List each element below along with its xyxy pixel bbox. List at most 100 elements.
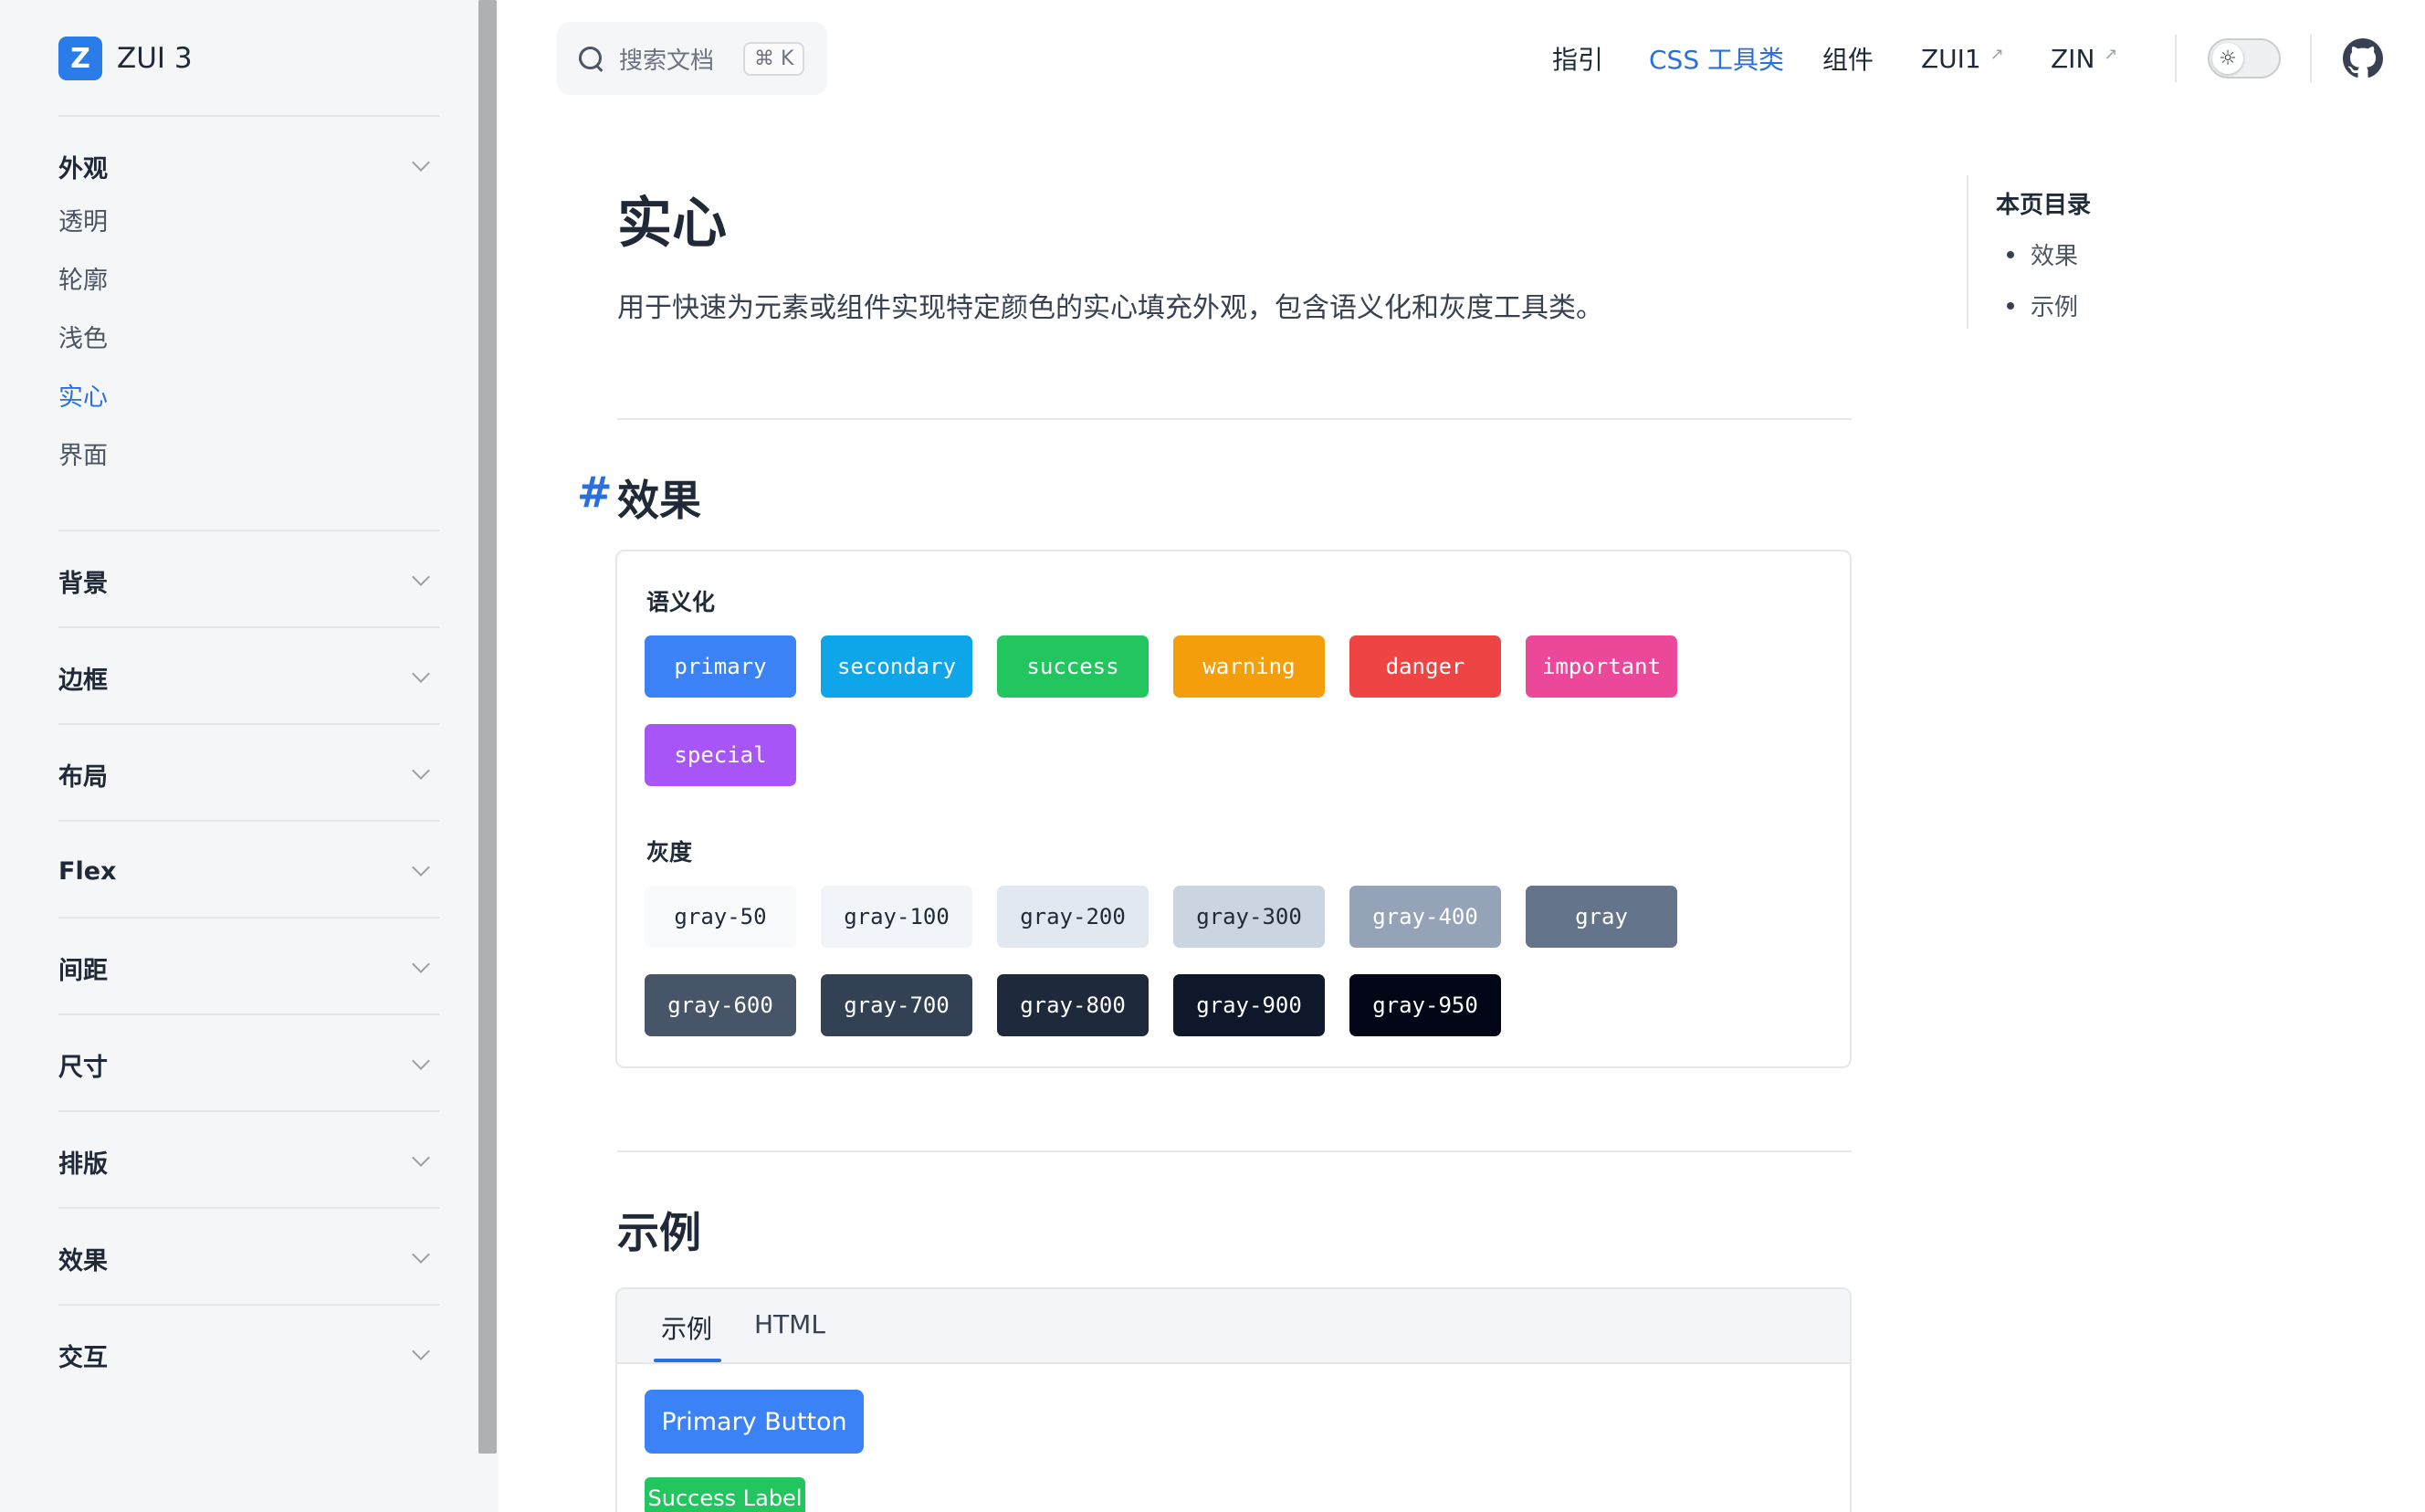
toc-item-example[interactable]: 示例: [2007, 289, 2078, 322]
sidebar-divider: [58, 1110, 440, 1112]
external-link-icon: ↗: [1989, 44, 2004, 64]
sidebar-divider: [58, 115, 440, 117]
color-chip-success: success: [997, 635, 1149, 698]
chevron-down-icon: [412, 568, 430, 586]
brand-logo: Z: [58, 37, 102, 80]
color-chip-secondary: secondary: [821, 635, 972, 698]
sidebar-group-typography[interactable]: 排版: [58, 1141, 440, 1181]
sidebar-divider: [58, 820, 440, 822]
nav-label: 指引: [1552, 45, 1604, 75]
sidebar-group-label: 交互: [58, 1343, 108, 1372]
sidebar-group-interaction[interactable]: 交互: [58, 1335, 440, 1375]
nav-separator: [2310, 35, 2312, 82]
sidebar-item-interface[interactable]: 界面: [58, 438, 108, 475]
nav-label: 组件: [1822, 45, 1874, 75]
color-chip-gray-100: gray-100: [821, 886, 972, 948]
sidebar-item-light[interactable]: 浅色: [58, 321, 108, 358]
color-chip-gray: gray: [1526, 886, 1677, 948]
sidebar-group-label: 排版: [58, 1150, 108, 1179]
search-box[interactable]: 搜索文档 ⌘ K: [557, 22, 827, 95]
heading-anchor[interactable]: #: [577, 467, 613, 517]
color-chip-primary: primary: [645, 635, 796, 698]
sun-icon: ☼: [2212, 43, 2243, 74]
chevron-down-icon: [412, 1149, 430, 1167]
chevron-down-icon: [412, 955, 430, 973]
page-description: 用于快速为元素或组件实现特定颜色的实心填充外观，包含语义化和灰度工具类。: [617, 292, 1603, 324]
tab-html[interactable]: HTML: [754, 1309, 825, 1339]
sidebar-group-label: 尺寸: [58, 1053, 108, 1082]
section-divider: [617, 1150, 1852, 1152]
nav-zui1[interactable]: ZUI1 ↗: [1921, 37, 2004, 80]
color-chip-gray-800: gray-800: [997, 974, 1149, 1036]
effect-demo-card: 语义化 primary secondary success warning danger…: [615, 550, 1852, 1068]
sidebar-group-border[interactable]: 边框: [58, 657, 440, 698]
sidebar-divider: [58, 1304, 440, 1306]
nav-label: CSS 工具类: [1649, 45, 1784, 75]
sidebar-group-flex[interactable]: Flex: [58, 851, 440, 891]
sidebar-divider: [58, 1207, 440, 1209]
success-label: Success Label: [645, 1477, 805, 1512]
color-chip-gray-900: gray-900: [1173, 974, 1325, 1036]
sidebar-group-layout[interactable]: 布局: [58, 754, 440, 794]
example-tabs: 示例 HTML: [617, 1289, 1850, 1364]
nav-label: ZUI1: [1921, 43, 1981, 74]
chevron-down-icon: [412, 858, 430, 877]
external-link-icon: ↗: [2104, 44, 2118, 64]
chevron-down-icon: [412, 1245, 430, 1264]
section-heading-example: 示例: [617, 1208, 701, 1257]
toc-bullet: [2007, 250, 2014, 258]
sidebar-group-label: 布局: [58, 762, 108, 792]
toc-item-effect[interactable]: 效果: [2007, 237, 2078, 271]
sidebar-item-outline[interactable]: 轮廓: [58, 263, 108, 299]
search-shortcut: ⌘ K: [743, 41, 805, 76]
sidebar-group-label: 间距: [58, 956, 108, 985]
tab-example[interactable]: 示例: [661, 1309, 712, 1346]
toc-bullet: [2007, 301, 2014, 310]
example-card: 示例 HTML Primary Button Success Label: [615, 1287, 1852, 1512]
active-tab-indicator: [654, 1359, 721, 1362]
nav-css-utilities[interactable]: CSS 工具类: [1649, 37, 1784, 80]
sidebar: Z ZUI 3 外观 透明 轮廓 浅色 实心 界面 背景 边框 布局 Flex …: [0, 0, 499, 1512]
color-chip-gray-950: gray-950: [1349, 974, 1501, 1036]
nav-guide[interactable]: 指引: [1552, 37, 1603, 80]
sidebar-group-spacing[interactable]: 间距: [58, 948, 440, 988]
theme-toggle[interactable]: ☼: [2208, 38, 2281, 79]
color-chip-gray-700: gray-700: [821, 974, 972, 1036]
github-icon[interactable]: [2343, 38, 2383, 79]
sidebar-group-background[interactable]: 背景: [58, 561, 440, 601]
nav-separator: [2175, 35, 2177, 82]
search-placeholder: 搜索文档: [619, 47, 715, 75]
section-heading-effect: 效果: [617, 476, 701, 525]
sidebar-divider: [58, 530, 440, 531]
nav-label: ZIN: [2051, 43, 2095, 74]
chevron-down-icon: [412, 761, 430, 780]
sidebar-divider: [58, 626, 440, 628]
sidebar-divider: [58, 917, 440, 919]
sidebar-group-effects[interactable]: 效果: [58, 1238, 440, 1278]
sidebar-item-transparent[interactable]: 透明: [58, 205, 108, 241]
color-chip-gray-200: gray-200: [997, 886, 1149, 948]
gray-label: 灰度: [646, 839, 693, 866]
sidebar-item-solid[interactable]: 实心: [58, 380, 108, 416]
chevron-down-icon: [412, 1052, 430, 1070]
toc-title: 本页目录: [1996, 192, 2092, 219]
sidebar-group-label: Flex: [58, 856, 117, 886]
color-chip-gray-300: gray-300: [1173, 886, 1325, 948]
page-title: 实心: [617, 192, 727, 256]
search-icon: [577, 45, 604, 72]
color-chip-gray-50: gray-50: [645, 886, 796, 948]
sidebar-group-label: 边框: [58, 666, 108, 695]
sidebar-group-appearance[interactable]: 外观: [58, 146, 440, 186]
toc-item-label: 效果: [2031, 243, 2079, 270]
brand[interactable]: Z ZUI 3: [58, 37, 193, 80]
sidebar-group-size[interactable]: 尺寸: [58, 1045, 440, 1085]
nav-zin[interactable]: ZIN ↗: [2051, 37, 2117, 80]
sidebar-scrollbar[interactable]: [478, 0, 497, 1454]
sidebar-group-label: 外观: [58, 154, 108, 184]
chevron-down-icon: [412, 665, 430, 683]
color-chip-gray-600: gray-600: [645, 974, 796, 1036]
brand-name: ZUI 3: [117, 42, 193, 75]
color-chip-special: special: [645, 724, 796, 786]
primary-button[interactable]: Primary Button: [645, 1390, 864, 1454]
nav-components[interactable]: 组件: [1822, 37, 1874, 80]
